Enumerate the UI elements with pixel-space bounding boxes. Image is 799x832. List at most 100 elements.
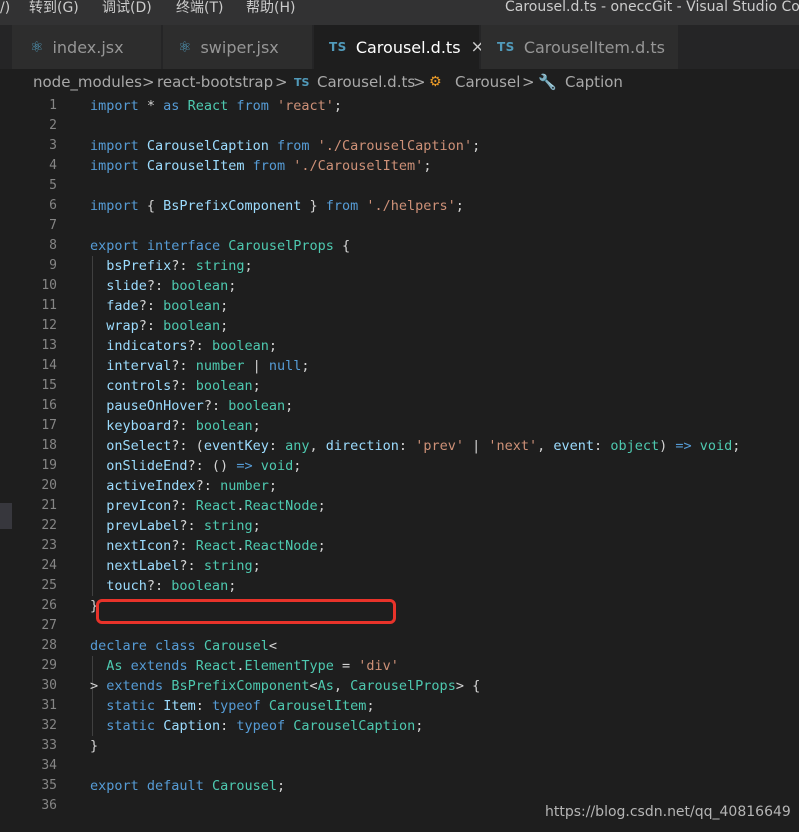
code-line[interactable]: 10 slide?: boolean;: [0, 276, 799, 296]
tab-label: index.jsx: [52, 37, 124, 57]
code-editor[interactable]: 1 import * as React from 'react'; 2 3 import…: [0, 96, 799, 832]
code-line[interactable]: 2: [0, 116, 799, 136]
code-line[interactable]: 12 wrap?: boolean;: [0, 316, 799, 336]
menu-item-debug[interactable]: 调试(D): [102, 0, 152, 17]
line-number: 32: [41, 718, 57, 733]
line-number: 1: [49, 98, 57, 113]
code-line[interactable]: 24 nextLabel?: string;: [0, 556, 799, 576]
tab-carousel-d-ts[interactable]: TS Carousel.d.ts ×: [314, 25, 485, 69]
code-line[interactable]: 5: [0, 176, 799, 196]
breadcrumb-item-react-bootstrap[interactable]: react-bootstrap: [157, 69, 273, 96]
react-icon: ⚛: [30, 38, 44, 56]
code-line[interactable]: 34: [0, 756, 799, 776]
line-number: 35: [41, 778, 57, 793]
line-number: 15: [41, 378, 57, 393]
code-line[interactable]: 35 export default Carousel;: [0, 776, 799, 796]
line-number: 5: [49, 178, 57, 193]
line-number: 13: [41, 338, 57, 353]
code-line[interactable]: 33}: [0, 736, 799, 756]
code-text: static Item: typeof CarouselItem;: [106, 698, 375, 714]
chevron-right-icon: >: [142, 73, 155, 91]
code-line[interactable]: 13 indicators?: boolean;: [0, 336, 799, 356]
code-line[interactable]: 32 static Caption: typeof CarouselCaptio…: [0, 716, 799, 736]
breadcrumb-item-node-modules[interactable]: node_modules: [33, 69, 142, 96]
annotation-highlight-box: [96, 599, 396, 624]
code-line[interactable]: 4 import CarouselItem from './CarouselIte…: [0, 156, 799, 176]
line-number: 20: [41, 478, 57, 493]
line-number: 11: [41, 298, 57, 313]
line-number: 14: [41, 358, 57, 373]
ts-icon: TS: [497, 40, 515, 54]
code-line[interactable]: 28 declare class Carousel<: [0, 636, 799, 656]
tab-index-jsx[interactable]: ⚛ index.jsx: [12, 25, 162, 69]
line-number: 7: [49, 218, 57, 233]
code-text: touch?: boolean;: [106, 578, 237, 594]
tab-swiper-jsx[interactable]: ⚛ swiper.jsx: [163, 25, 313, 69]
breadcrumb: node_modules > react-bootstrap > TS Caro…: [0, 69, 799, 96]
line-number: 4: [49, 158, 57, 173]
watermark: https://blog.csdn.net/qq_40816649: [545, 804, 791, 820]
line-number: 2: [49, 118, 57, 133]
code-text: export default Carousel;: [90, 778, 286, 794]
code-text: prevLabel?: string;: [106, 518, 261, 534]
line-number: 16: [41, 398, 57, 413]
breadcrumb-item-caption[interactable]: Caption: [565, 69, 623, 96]
code-line[interactable]: 31 static Item: typeof CarouselItem;: [0, 696, 799, 716]
code-text: import * as React from 'react';: [90, 98, 343, 114]
code-line[interactable]: 19 onSlideEnd?: () => void;: [0, 456, 799, 476]
code-text: static Caption: typeof CarouselCaption;: [106, 718, 424, 734]
code-line[interactable]: 23 nextIcon?: React.ReactNode;: [0, 536, 799, 556]
code-text: keyboard?: boolean;: [106, 418, 261, 434]
code-text: export interface CarouselProps {: [90, 238, 351, 254]
code-line[interactable]: 22 prevLabel?: string;: [0, 516, 799, 536]
line-number: 6: [49, 198, 57, 213]
line-number: 22: [41, 518, 57, 533]
menu-item-help[interactable]: 帮助(H): [246, 0, 295, 17]
code-line[interactable]: 29 As extends React.ElementType = 'div': [0, 656, 799, 676]
code-line[interactable]: 7: [0, 216, 799, 236]
code-text: import { BsPrefixComponent } from './hel…: [90, 198, 464, 214]
code-line[interactable]: 1 import * as React from 'react';: [0, 96, 799, 116]
code-line[interactable]: 17 keyboard?: boolean;: [0, 416, 799, 436]
line-number: 17: [41, 418, 57, 433]
menu-item-view[interactable]: /): [0, 0, 10, 17]
code-text: nextIcon?: React.ReactNode;: [106, 538, 326, 554]
code-text: activeIndex?: number;: [106, 478, 277, 494]
breadcrumb-item-carousel[interactable]: Carousel: [455, 69, 520, 96]
code-text: nextLabel?: string;: [106, 558, 261, 574]
menu-item-terminal[interactable]: 终端(T): [176, 0, 223, 17]
line-number: 33: [41, 738, 57, 753]
line-number: 26: [41, 598, 57, 613]
line-number: 19: [41, 458, 57, 473]
menu-item-goto[interactable]: 转到(G): [29, 0, 79, 17]
code-line[interactable]: 3 import CarouselCaption from './Carousel…: [0, 136, 799, 156]
tab-carouselitem-d-ts[interactable]: TS CarouselItem.d.ts: [481, 25, 679, 69]
code-line[interactable]: 30 > extends BsPrefixComponent<As, Carous…: [0, 676, 799, 696]
code-text: import CarouselItem from './CarouselItem…: [90, 158, 432, 174]
code-line[interactable]: 16 pauseOnHover?: boolean;: [0, 396, 799, 416]
code-line[interactable]: 18 onSelect?: (eventKey: any, direction:…: [0, 436, 799, 456]
code-text: fade?: boolean;: [106, 298, 229, 314]
code-line[interactable]: 15 controls?: boolean;: [0, 376, 799, 396]
line-number: 24: [41, 558, 57, 573]
tab-label: CarouselItem.d.ts: [523, 37, 665, 57]
code-text: onSlideEnd?: () => void;: [106, 458, 302, 474]
code-line[interactable]: 20 activeIndex?: number;: [0, 476, 799, 496]
line-number: 34: [41, 758, 57, 773]
code-line[interactable]: 8 export interface CarouselProps {: [0, 236, 799, 256]
code-text: slide?: boolean;: [106, 278, 237, 294]
breadcrumb-item-file[interactable]: Carousel.d.ts: [317, 69, 415, 96]
code-line[interactable]: 14 interval?: number | null;: [0, 356, 799, 376]
code-text: bsPrefix?: string;: [106, 258, 253, 274]
line-number: 3: [49, 138, 57, 153]
code-line[interactable]: 9 bsPrefix?: string;: [0, 256, 799, 276]
title-bar: /) 转到(G) 调试(D) 终端(T) 帮助(H) Carousel.d.ts…: [0, 0, 799, 25]
code-line[interactable]: 11 fade?: boolean;: [0, 296, 799, 316]
code-line[interactable]: 6 import { BsPrefixComponent } from './he…: [0, 196, 799, 216]
code-line[interactable]: 21 prevIcon?: React.ReactNode;: [0, 496, 799, 516]
line-number: 12: [41, 318, 57, 333]
code-line[interactable]: 25 touch?: boolean;: [0, 576, 799, 596]
code-text: > extends BsPrefixComponent<As, Carousel…: [90, 678, 481, 694]
line-number: 25: [41, 578, 57, 593]
code-text: onSelect?: (eventKey: any, direction: 'p…: [106, 438, 741, 454]
